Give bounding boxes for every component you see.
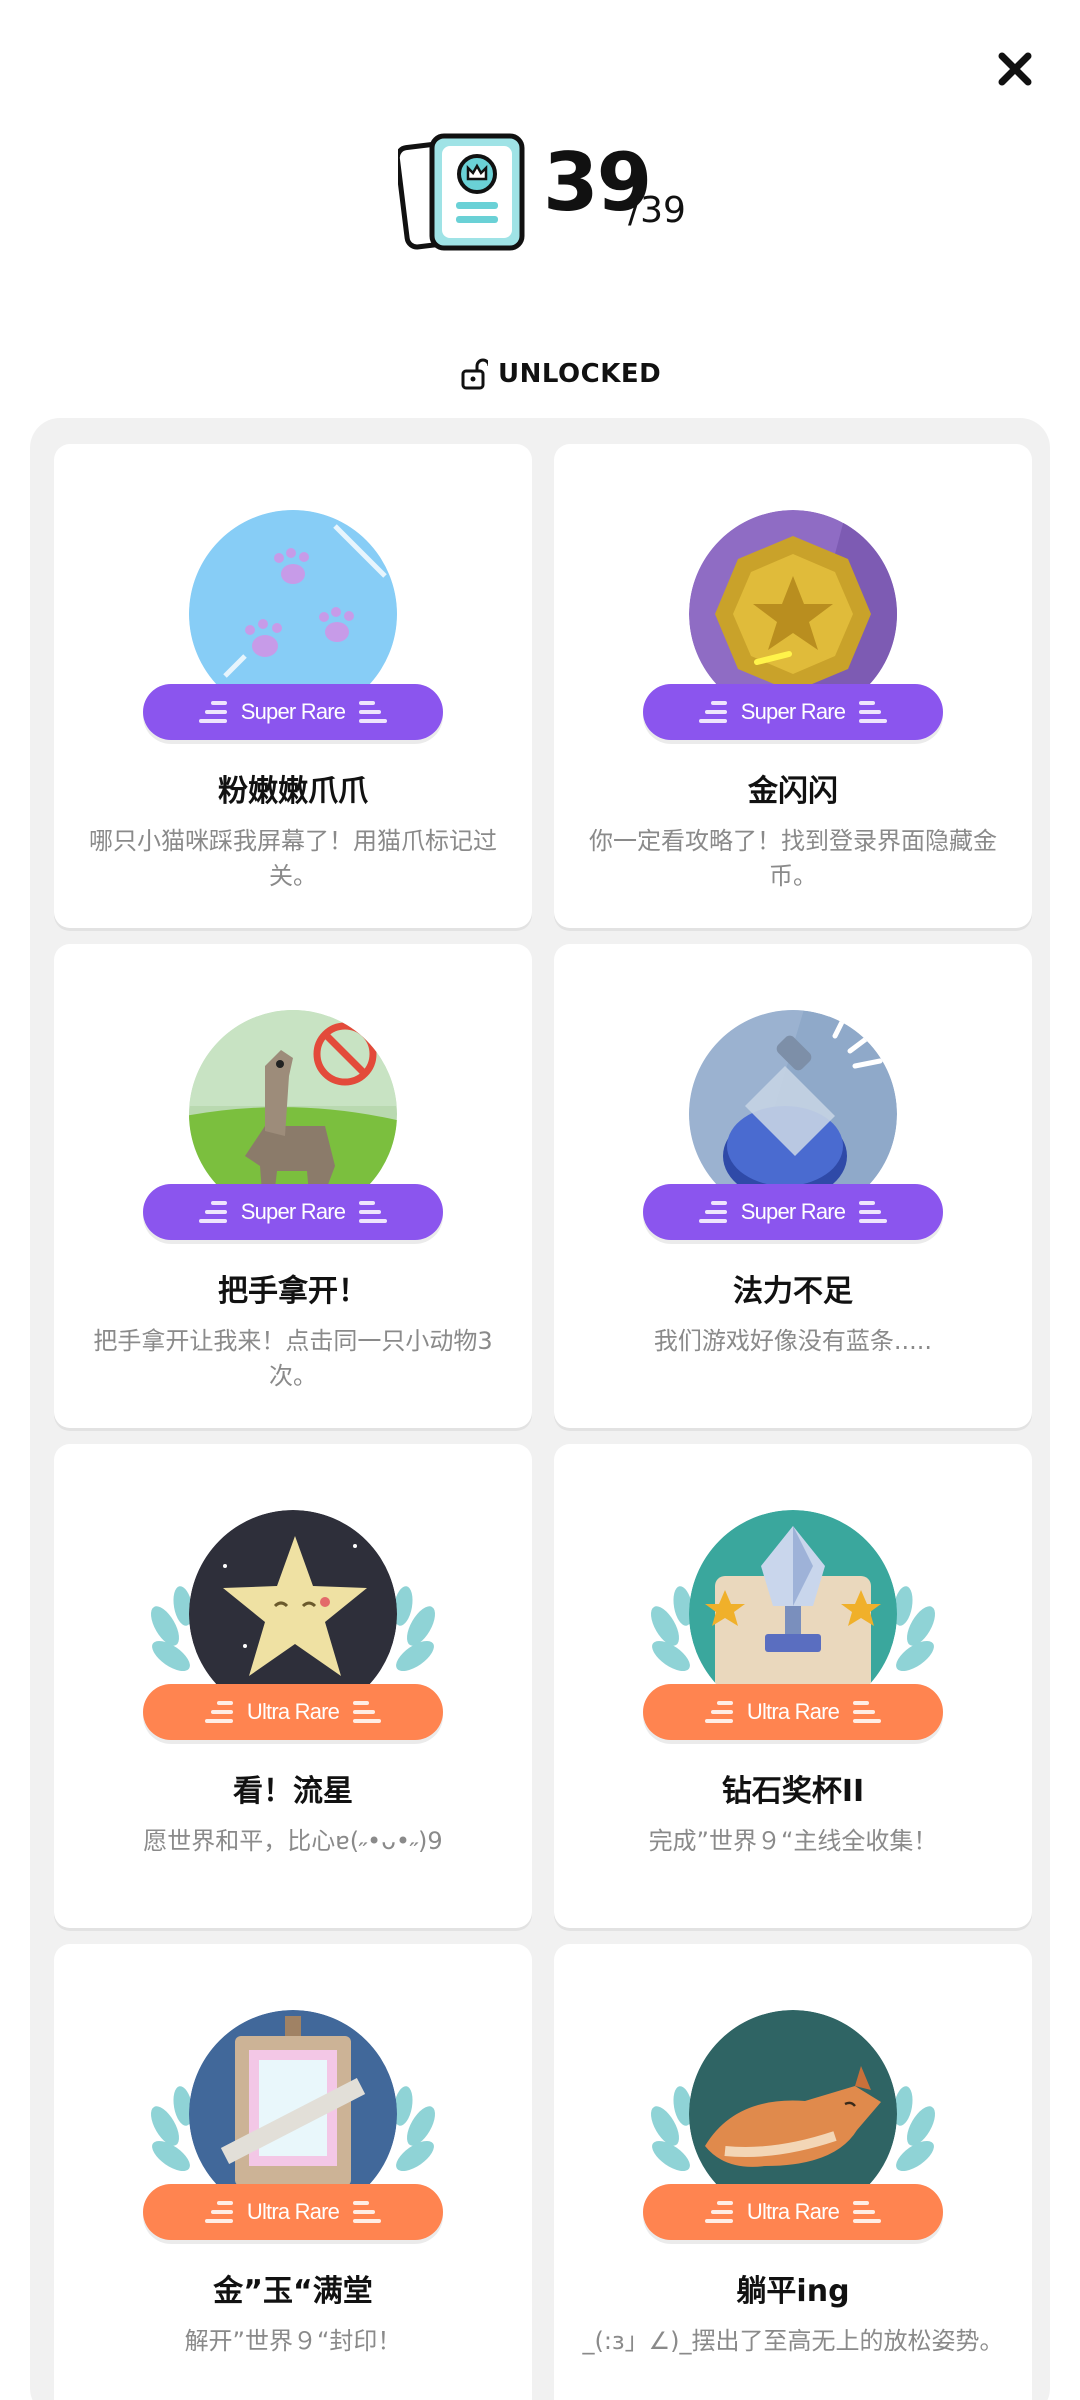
achievement-card[interactable]: Ultra Rare 钻石奖杯II 完成”世界９“主线全收集！ — [554, 1444, 1032, 1928]
close-icon — [998, 52, 1032, 86]
badge-stripes-right — [853, 1701, 882, 1723]
rarity-badge: Ultra Rare — [643, 1684, 943, 1740]
achievement-card[interactable]: Super Rare 把手拿开！ 把手拿开让我来！点击同一只小动物3次。 — [54, 944, 532, 1428]
badge-stripes-left — [204, 1701, 233, 1723]
cat-paw-icon — [189, 510, 397, 706]
gold-coin-icon — [689, 510, 897, 706]
achievement-title: 看！流星 — [233, 1774, 353, 1809]
badge-stripes-right — [359, 1201, 388, 1223]
rarity-badge: Super Rare — [643, 1184, 943, 1240]
badge-stripes-left — [704, 1701, 733, 1723]
collection-header: 39 /39 — [0, 130, 1080, 270]
rarity-badge: Super Rare — [143, 684, 443, 740]
achievement-card[interactable]: Super Rare 粉嫩嫩爪爪 哪只小猫咪踩我屏幕了！用猫爪标记过关。 — [54, 444, 532, 928]
achievement-title: 钻石奖杯II — [721, 1774, 865, 1809]
achievement-desc: _(:з」∠)_摆出了至高无上的放松姿势。 — [582, 2327, 1004, 2355]
achievement-desc: 哪只小猫咪踩我屏幕了！用猫爪标记过关。 — [89, 827, 497, 890]
rarity-badge: Ultra Rare — [143, 2184, 443, 2240]
painting-easel-icon — [151, 2010, 435, 2218]
close-button[interactable] — [990, 44, 1040, 94]
badge-stripes-left — [198, 1201, 227, 1223]
achievement-card[interactable]: Ultra Rare 金”玉“满堂 解开”世界９“封印！ — [54, 1944, 532, 2400]
achievement-card[interactable]: Super Rare 法力不足 我们游戏好像没有蓝条..... — [554, 944, 1032, 1428]
badge-stripes-right — [859, 701, 888, 723]
diamond-trophy-icon — [651, 1510, 935, 1718]
achievement-title: 粉嫩嫩爪爪 — [218, 774, 368, 809]
achievement-desc: 你一定看攻略了！找到登录界面隐藏金币。 — [589, 827, 997, 890]
unlocked-label: UNLOCKED — [498, 359, 662, 389]
unlock-icon — [461, 358, 488, 390]
rarity-badge: Super Rare — [143, 1184, 443, 1240]
achievement-desc: 愿世界和平，比心ɐ(˶•ᴗ•˶)9 — [143, 1827, 443, 1855]
collection-book-icon — [398, 133, 525, 251]
achievement-card[interactable]: Ultra Rare 看！流星 愿世界和平，比心ɐ(˶•ᴗ•˶)9 — [54, 1444, 532, 1928]
achievement-desc: 我们游戏好像没有蓝条..... — [653, 1327, 933, 1355]
achievement-card[interactable]: Ultra Rare 躺平ing _(:з」∠)_摆出了至高无上的放松姿势。 — [554, 1944, 1032, 2400]
rarity-label: Super Rare — [740, 699, 846, 724]
achievement-title: 躺平ing — [736, 2274, 850, 2309]
sleeping-fox-icon — [651, 2010, 935, 2218]
rarity-label: Ultra Rare — [746, 1699, 840, 1724]
achievement-title: 法力不足 — [733, 1274, 853, 1309]
shooting-star-icon — [151, 1510, 435, 1718]
unlocked-filter[interactable]: UNLOCKED — [460, 356, 661, 392]
rarity-label: Super Rare — [240, 699, 346, 724]
badge-stripes-left — [204, 2201, 233, 2223]
badge-stripes-left — [698, 1201, 727, 1223]
rarity-badge: Ultra Rare — [643, 2184, 943, 2240]
achievement-desc: 解开”世界９“封印！ — [184, 2327, 402, 2355]
rarity-badge: Super Rare — [643, 684, 943, 740]
rarity-label: Super Rare — [740, 1199, 846, 1224]
badge-stripes-left — [704, 2201, 733, 2223]
total-count: /39 — [628, 190, 686, 231]
badge-stripes-left — [198, 701, 227, 723]
achievement-desc: 把手拿开让我来！点击同一只小动物3次。 — [93, 1327, 493, 1390]
achievement-title: 把手拿开！ — [218, 1274, 368, 1309]
badge-stripes-right — [359, 701, 388, 723]
rarity-badge: Ultra Rare — [143, 1684, 443, 1740]
llama-icon — [189, 1010, 397, 1206]
badge-stripes-right — [353, 1701, 382, 1723]
achievement-title: 金闪闪 — [748, 774, 838, 809]
rarity-label: Ultra Rare — [246, 1699, 340, 1724]
achievement-card[interactable]: Super Rare 金闪闪 你一定看攻略了！找到登录界面隐藏金币。 — [554, 444, 1032, 928]
achievements-panel: Super Rare 粉嫩嫩爪爪 哪只小猫咪踩我屏幕了！用猫爪标记过关。 Sup… — [30, 418, 1050, 2400]
badge-stripes-right — [353, 2201, 382, 2223]
badge-stripes-right — [859, 1201, 888, 1223]
rarity-label: Ultra Rare — [746, 2199, 840, 2224]
rarity-label: Super Rare — [240, 1199, 346, 1224]
badge-stripes-right — [853, 2201, 882, 2223]
potion-bottle-icon — [689, 1010, 897, 1206]
rarity-label: Ultra Rare — [246, 2199, 340, 2224]
badge-stripes-left — [698, 701, 727, 723]
achievement-title: 金”玉“满堂 — [213, 2274, 373, 2309]
achievement-desc: 完成”世界９“主线全收集！ — [648, 1827, 938, 1855]
